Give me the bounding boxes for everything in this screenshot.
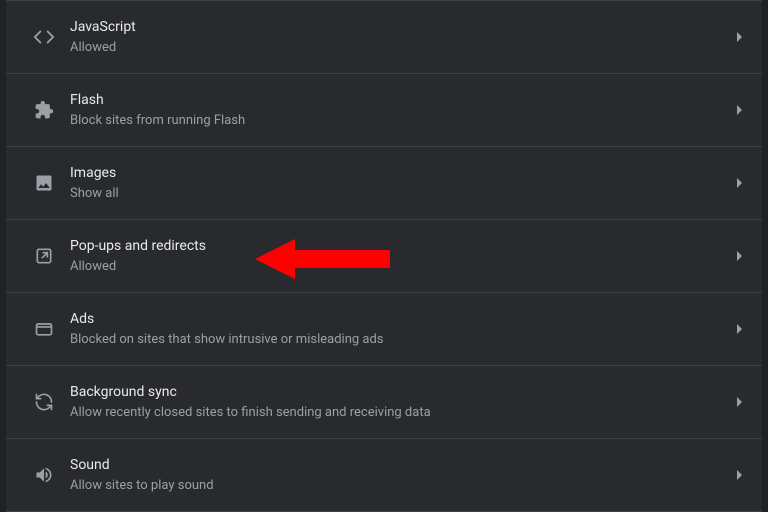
setting-row-background-sync[interactable]: Background sync Allow recently closed si… — [6, 366, 762, 439]
image-icon — [18, 173, 70, 193]
setting-title: Images — [70, 163, 729, 183]
setting-row-sound[interactable]: Sound Allow sites to play sound — [6, 439, 762, 512]
setting-subtitle: Blocked on sites that show intrusive or … — [70, 331, 729, 349]
sound-icon — [18, 465, 70, 485]
setting-subtitle: Allow sites to play sound — [70, 477, 729, 495]
setting-texts: Flash Block sites from running Flash — [70, 90, 729, 130]
setting-row-javascript[interactable]: JavaScript Allowed — [6, 0, 762, 74]
setting-title: Flash — [70, 90, 729, 110]
setting-texts: Ads Blocked on sites that show intrusive… — [70, 309, 729, 349]
chevron-right-icon — [737, 470, 742, 480]
site-settings-list: JavaScript Allowed Flash Block sites fro… — [6, 0, 762, 512]
setting-subtitle: Allowed — [70, 39, 729, 57]
sync-icon — [18, 392, 70, 412]
setting-row-popups[interactable]: Pop-ups and redirects Allowed — [6, 220, 762, 293]
chevron-right-icon — [737, 32, 742, 42]
popup-icon — [18, 246, 70, 266]
setting-subtitle: Block sites from running Flash — [70, 112, 729, 130]
setting-title: Background sync — [70, 382, 729, 402]
setting-title: Ads — [70, 309, 729, 329]
setting-texts: Background sync Allow recently closed si… — [70, 382, 729, 422]
setting-row-ads[interactable]: Ads Blocked on sites that show intrusive… — [6, 293, 762, 366]
setting-subtitle: Show all — [70, 185, 729, 203]
setting-texts: Sound Allow sites to play sound — [70, 455, 729, 495]
chevron-right-icon — [737, 251, 742, 261]
ads-icon — [18, 319, 70, 339]
setting-subtitle: Allow recently closed sites to finish se… — [70, 404, 729, 422]
chevron-right-icon — [737, 105, 742, 115]
setting-row-flash[interactable]: Flash Block sites from running Flash — [6, 74, 762, 147]
setting-texts: Images Show all — [70, 163, 729, 203]
setting-title: Pop-ups and redirects — [70, 236, 729, 256]
setting-subtitle: Allowed — [70, 258, 729, 276]
chevron-right-icon — [737, 178, 742, 188]
setting-texts: Pop-ups and redirects Allowed — [70, 236, 729, 276]
setting-title: JavaScript — [70, 17, 729, 37]
settings-page: JavaScript Allowed Flash Block sites fro… — [0, 0, 768, 512]
puzzle-icon — [18, 100, 70, 120]
chevron-right-icon — [737, 324, 742, 334]
setting-title: Sound — [70, 455, 729, 475]
code-icon — [18, 26, 70, 48]
setting-row-images[interactable]: Images Show all — [6, 147, 762, 220]
chevron-right-icon — [737, 397, 742, 407]
setting-texts: JavaScript Allowed — [70, 17, 729, 57]
